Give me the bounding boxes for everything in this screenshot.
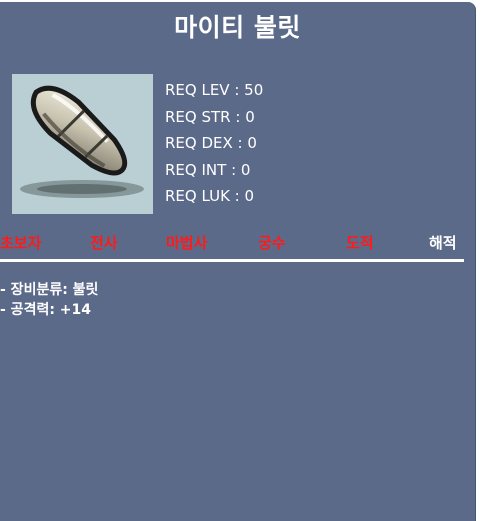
job-list: 초보자 전사 마법사 궁수 도적 해적 [0,232,475,252]
requirement-label: REQ INT [165,160,227,179]
item-name: 마이티 불릿 [174,13,301,42]
requirement-value: 0 [245,107,255,126]
requirement-label: REQ LUK [165,187,230,205]
requirement-label: REQ STR [165,107,231,126]
job-4: 궁수 [258,234,286,252]
requirement-req-luk: REQ LUK : 0 [165,187,255,205]
job-5: 도적 [346,234,374,252]
requirement-req-int: REQ INT : 0 [165,160,251,179]
requirement-value: 0 [240,160,251,179]
requirement-value: 50 [244,81,264,99]
bullet-icon [20,85,144,198]
requirement-label: REQ DEX [165,134,233,152]
requirement-req-str: REQ STR : 0 [165,107,255,126]
stat-line: - 장비분류: 불릿 [0,282,99,298]
requirement-req-lev: REQ LEV : 50 [165,81,264,99]
requirements-list: REQ LEV : 50 REQ STR : 0 REQ DEX : 0 REQ IN… [165,77,263,210]
job-3: 마법사 [166,234,208,252]
requirement-label: REQ LEV [165,81,230,99]
item-tooltip: 마이티 불릿 REQ LEV : 50 REQ STR : 0 REQ DEX … [0,2,476,521]
requirement-value: 0 [247,134,257,152]
item-image [12,74,153,214]
requirement-value: 0 [244,187,255,205]
stat-line: - 공격력: +14 [0,302,92,318]
divider [0,259,464,262]
job-2: 전사 [90,234,118,252]
job-1: 초보자 [0,234,42,252]
job-6: 해적 [429,234,457,252]
item-stats: - 장비분류: 불릿 - 공격력: +14 [0,280,98,320]
requirement-req-dex: REQ DEX : 0 [165,134,257,152]
